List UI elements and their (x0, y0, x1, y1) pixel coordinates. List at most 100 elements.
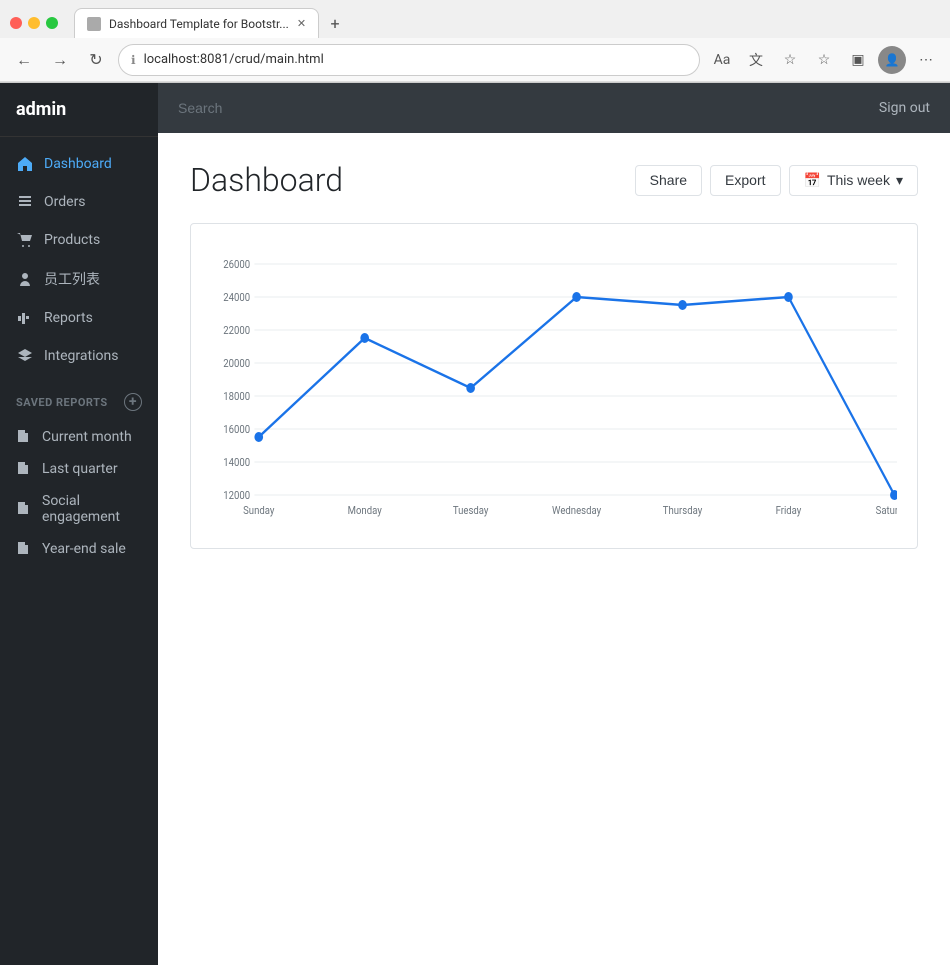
svg-text:Monday: Monday (348, 503, 382, 517)
browser-toolbar: ← → ↻ ℹ localhost:8081/crud/main.html Aa… (0, 38, 950, 82)
bar-chart-icon (16, 309, 34, 327)
browser-tab[interactable]: Dashboard Template for Bootstr... ✕ (74, 8, 319, 38)
svg-text:Sunday: Sunday (243, 503, 274, 517)
sidebar-item-integrations-label: Integrations (44, 348, 118, 364)
chart-point-tuesday (466, 383, 475, 393)
chart-container: 26000 24000 22000 20000 18000 16000 1400… (190, 223, 918, 549)
saved-report-social-engagement-label: Social engagement (42, 493, 142, 525)
sidebar-item-employees[interactable]: 员工列表 (0, 259, 158, 299)
export-button[interactable]: Export (710, 165, 780, 196)
app: admin Dashboard Orders Products (0, 83, 950, 965)
saved-report-last-quarter-label: Last quarter (42, 461, 118, 477)
topbar: Sign out (158, 83, 950, 133)
url-display: localhost:8081/crud/main.html (144, 52, 687, 67)
back-button[interactable]: ← (10, 46, 38, 74)
chart-wrapper: 26000 24000 22000 20000 18000 16000 1400… (211, 244, 897, 528)
sidebar-icon[interactable]: ▣ (844, 46, 872, 74)
profile-icon[interactable]: 👤 (878, 46, 906, 74)
orders-icon (16, 193, 34, 211)
sidebar-item-year-end-sale[interactable]: Year-end sale (0, 533, 158, 565)
tab-bar: Dashboard Template for Bootstr... ✕ + (74, 8, 347, 38)
chart-point-wednesday (572, 292, 581, 302)
refresh-button[interactable]: ↻ (82, 46, 110, 74)
collections-icon[interactable]: ☆ (810, 46, 838, 74)
tab-favicon (87, 17, 101, 31)
main-content-area: Sign out Dashboard Share Export 📅 This w… (158, 83, 950, 965)
close-btn[interactable] (10, 17, 22, 29)
sidebar: admin Dashboard Orders Products (0, 83, 158, 965)
chart-point-sunday (254, 432, 263, 442)
svg-text:26000: 26000 (223, 257, 250, 271)
sidebar-item-reports-label: Reports (44, 310, 93, 326)
sidebar-item-last-quarter[interactable]: Last quarter (0, 453, 158, 485)
page-title: Dashboard (190, 161, 619, 199)
svg-text:24000: 24000 (223, 290, 250, 304)
forward-button[interactable]: → (46, 46, 74, 74)
tab-close-icon[interactable]: ✕ (297, 17, 306, 30)
line-chart: 26000 24000 22000 20000 18000 16000 1400… (211, 244, 897, 524)
sidebar-nav: Dashboard Orders Products 员工列表 (0, 137, 158, 383)
browser-action-2[interactable]: 文 (742, 46, 770, 74)
sign-out-button[interactable]: Sign out (879, 100, 930, 116)
favorites-icon[interactable]: ☆ (776, 46, 804, 74)
home-icon (16, 155, 34, 173)
more-icon[interactable]: ⋯ (912, 46, 940, 74)
sidebar-item-reports[interactable]: Reports (0, 299, 158, 337)
saved-reports-label: SAVED REPORTS (16, 396, 108, 409)
saved-report-current-month-label: Current month (42, 429, 132, 445)
add-report-button[interactable]: + (124, 393, 142, 411)
info-icon: ℹ (131, 53, 136, 67)
maximize-btn[interactable] (46, 17, 58, 29)
toolbar-actions: Aa 文 ☆ ☆ ▣ 👤 ⋯ (708, 46, 940, 74)
svg-text:Thursday: Thursday (663, 503, 703, 517)
saved-report-year-end-sale-label: Year-end sale (42, 541, 126, 557)
sidebar-item-dashboard-label: Dashboard (44, 156, 112, 172)
sidebar-item-integrations[interactable]: Integrations (0, 337, 158, 375)
sidebar-item-social-engagement[interactable]: Social engagement (0, 485, 158, 533)
chart-point-thursday (678, 300, 687, 310)
svg-text:12000: 12000 (223, 488, 250, 502)
chart-point-saturday (890, 490, 897, 500)
share-button[interactable]: Share (635, 165, 702, 196)
this-week-label: This week (827, 172, 890, 188)
sidebar-item-orders-label: Orders (44, 194, 86, 210)
chevron-down-icon: ▾ (896, 172, 903, 189)
search-input[interactable] (178, 100, 879, 116)
address-bar[interactable]: ℹ localhost:8081/crud/main.html (118, 44, 700, 76)
minimize-btn[interactable] (28, 17, 40, 29)
sidebar-item-current-month[interactable]: Current month (0, 421, 158, 453)
saved-reports-header: SAVED REPORTS + (0, 383, 158, 421)
tab-title: Dashboard Template for Bootstr... (109, 17, 289, 31)
person-icon (16, 270, 34, 288)
document-icon (16, 429, 32, 445)
layers-icon (16, 347, 34, 365)
svg-text:Wednesday: Wednesday (552, 503, 601, 517)
svg-text:20000: 20000 (223, 356, 250, 370)
document-icon-4 (16, 541, 32, 557)
chart-point-friday (784, 292, 793, 302)
browser-controls (10, 17, 58, 29)
content-header: Dashboard Share Export 📅 This week ▾ (190, 161, 918, 199)
browser-titlebar: Dashboard Template for Bootstr... ✕ + (0, 0, 950, 38)
sidebar-item-orders[interactable]: Orders (0, 183, 158, 221)
svg-text:14000: 14000 (223, 455, 250, 469)
svg-text:16000: 16000 (223, 422, 250, 436)
sidebar-item-products[interactable]: Products (0, 221, 158, 259)
new-tab-button[interactable]: + (323, 11, 347, 35)
svg-text:18000: 18000 (223, 389, 250, 403)
this-week-button[interactable]: 📅 This week ▾ (789, 165, 919, 196)
sidebar-brand: admin (0, 83, 158, 137)
svg-text:Saturday: Saturday (876, 503, 897, 517)
svg-text:22000: 22000 (223, 323, 250, 337)
svg-text:Friday: Friday (776, 503, 802, 517)
browser-chrome: Dashboard Template for Bootstr... ✕ + ← … (0, 0, 950, 83)
sidebar-item-dashboard[interactable]: Dashboard (0, 145, 158, 183)
content: Dashboard Share Export 📅 This week ▾ (158, 133, 950, 965)
sidebar-item-employees-label: 员工列表 (44, 269, 100, 289)
cart-icon (16, 231, 34, 249)
svg-text:Tuesday: Tuesday (453, 503, 489, 517)
document-icon-2 (16, 461, 32, 477)
calendar-icon: 📅 (804, 172, 821, 189)
sidebar-item-products-label: Products (44, 232, 100, 248)
browser-action-1[interactable]: Aa (708, 46, 736, 74)
